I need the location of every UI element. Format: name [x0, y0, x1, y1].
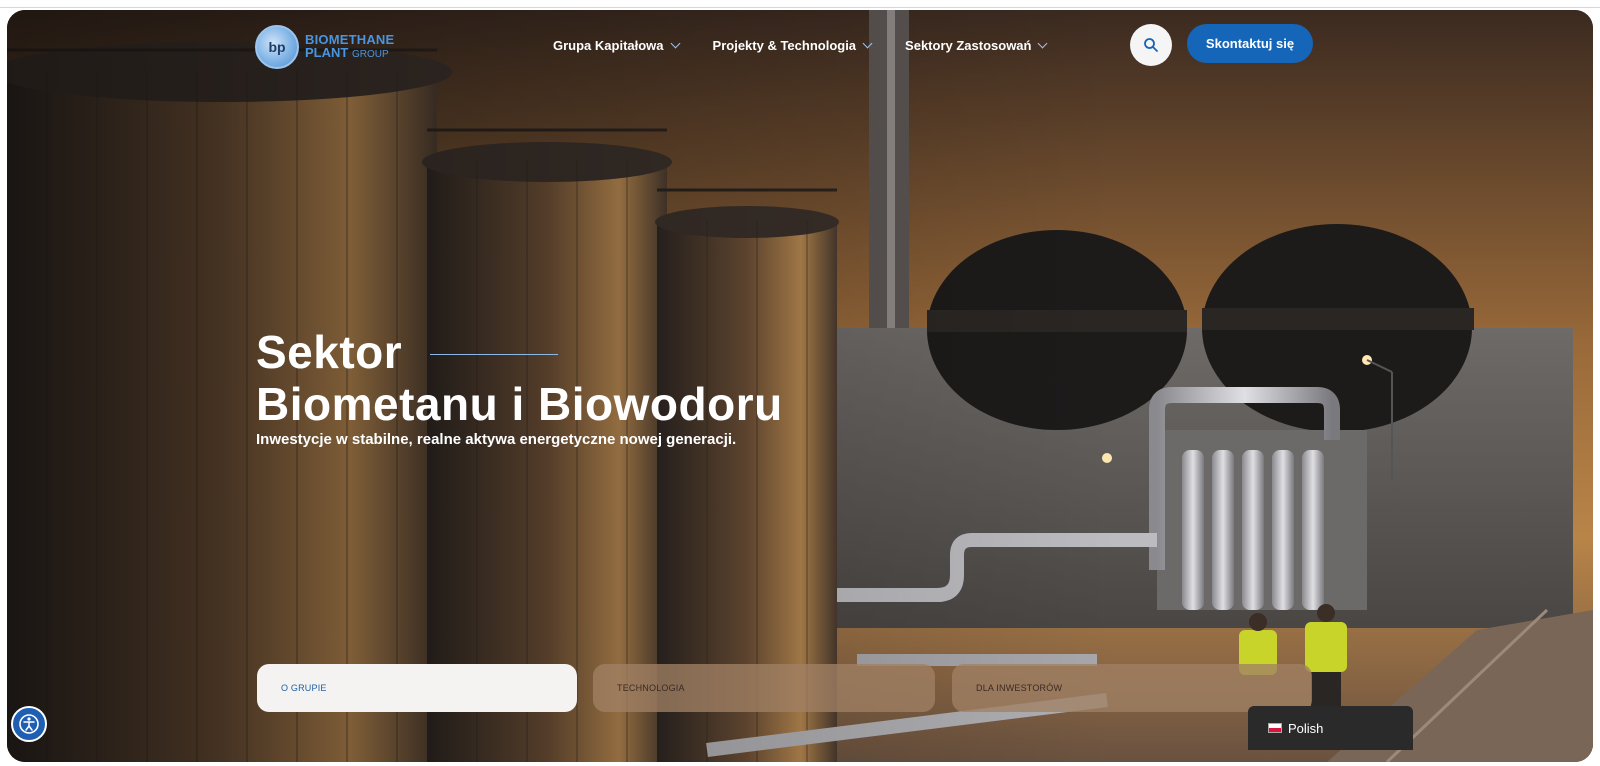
logo-line2: PLANT GROUP	[305, 46, 394, 61]
title-divider	[430, 353, 559, 355]
nav-item-label: Grupa Kapitałowa	[553, 38, 664, 53]
contact-button[interactable]: Skontaktuj się	[1187, 24, 1313, 63]
nav-item-label: Sektory Zastosowań	[905, 38, 1032, 53]
language-label: Polish	[1288, 720, 1324, 736]
nav-item-label: Projekty & Technologia	[712, 38, 857, 53]
hero-title-line1-row: Sektor	[256, 326, 783, 378]
search-icon	[1144, 38, 1158, 52]
main-nav: Grupa Kapitałowa Projekty & Technologia …	[553, 38, 1048, 53]
logo-badge-text: bp	[268, 39, 286, 55]
logo-line2-main: PLANT	[305, 45, 349, 60]
hero-section	[7, 10, 1593, 762]
logo-badge: bp	[255, 25, 299, 69]
search-button[interactable]	[1130, 24, 1172, 66]
tab-label: O GRUPIE	[281, 683, 327, 693]
hero-title: Sektor Biometanu i Biowodoru	[256, 326, 783, 430]
hero-overlay	[7, 10, 1593, 762]
tab-dla-inwestorow[interactable]: DLA INWESTORÓW	[952, 664, 1312, 712]
hero-subtitle: Inwestycje w stabilne, realne aktywa ene…	[256, 431, 737, 448]
chevron-down-icon	[670, 38, 680, 49]
accessibility-button[interactable]	[11, 706, 47, 742]
hero-title-line1: Sektor	[256, 326, 403, 378]
chevron-down-icon	[862, 38, 873, 49]
browser-top-strip	[0, 0, 1600, 8]
poland-flag-icon	[1268, 723, 1282, 733]
chevron-down-icon	[1038, 38, 1048, 49]
logo-text: BIOMETHANE PLANT GROUP	[305, 33, 394, 61]
tab-o-grupie[interactable]: O GRUPIE	[257, 664, 577, 712]
logo-line2-small: GROUP	[351, 49, 389, 60]
language-switcher[interactable]: Polish	[1248, 706, 1413, 750]
tab-label: DLA INWESTORÓW	[976, 683, 1063, 693]
hero-title-line2: Biometanu i Biowodoru	[256, 378, 783, 430]
nav-item-projekty-technologia[interactable]: Projekty & Technologia	[712, 38, 873, 53]
tab-technologia[interactable]: TECHNOLOGIA	[593, 664, 935, 712]
nav-item-sektory-zastosowan[interactable]: Sektory Zastosowań	[905, 38, 1048, 53]
accessibility-icon	[19, 714, 39, 734]
nav-item-grupa-kapitalowa[interactable]: Grupa Kapitałowa	[553, 38, 680, 53]
site-logo[interactable]: bp BIOMETHANE PLANT GROUP	[255, 25, 394, 69]
tab-label: TECHNOLOGIA	[617, 683, 685, 693]
